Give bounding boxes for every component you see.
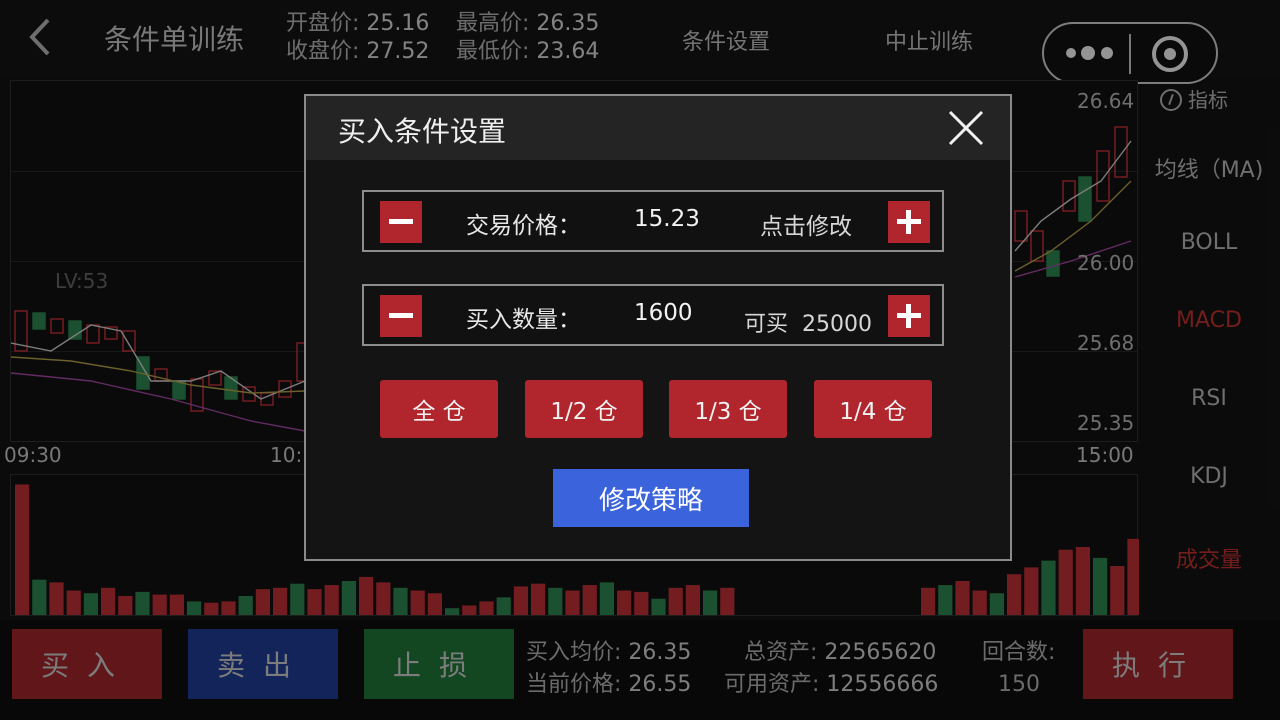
can-buy-info: 可买 25000 [744,306,872,338]
dialog-title: 买入条件设置 [338,115,507,148]
quantity-increase-button[interactable] [888,295,930,337]
quantity-decrease-button[interactable] [380,295,422,337]
quantity-label: 买入数量： [466,307,581,333]
price-row: 交易价格： 15.23 点击修改 [362,190,944,252]
third-position-button[interactable]: 1/3 仓 [669,380,787,438]
price-label: 交易价格： [466,213,581,239]
modify-strategy-button[interactable]: 修改策略 [553,469,749,527]
close-icon[interactable] [946,108,986,148]
half-position-button[interactable]: 1/2 仓 [525,380,643,438]
quantity-value[interactable]: 1600 [634,300,693,326]
can-buy-value: 25000 [802,312,873,337]
full-position-button[interactable]: 全 仓 [380,380,498,438]
price-increase-button[interactable] [888,201,930,243]
price-value[interactable]: 15.23 [634,206,700,232]
price-edit-hint[interactable]: 点击修改 [760,207,852,241]
can-buy-label: 可买 [744,312,789,337]
dialog-header: 买入条件设置 [306,96,1010,160]
quarter-position-button[interactable]: 1/4 仓 [814,380,932,438]
price-decrease-button[interactable] [380,201,422,243]
buy-condition-dialog: 买入条件设置 交易价格： 15.23 点击修改 买入数量： 1600 可买 25… [304,94,1012,561]
quantity-row: 买入数量： 1600 可买 25000 [362,284,944,346]
